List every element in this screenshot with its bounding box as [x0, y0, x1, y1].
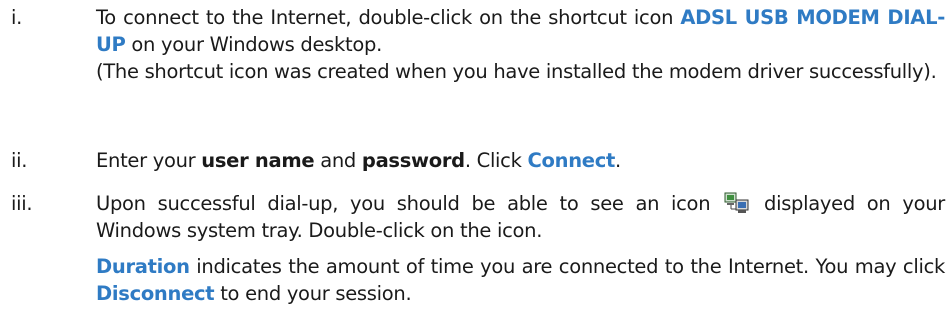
- step-3-text-d: to end your session.: [214, 282, 412, 305]
- step-3-number: iii.: [11, 192, 33, 215]
- step-2-text-b: and: [314, 149, 362, 172]
- user-name-label: user name: [201, 149, 315, 172]
- disconnect-label: Disconnect: [96, 282, 215, 305]
- step-2-text-d: .: [614, 149, 621, 172]
- duration-label: Duration: [96, 255, 190, 278]
- step-2-paragraph: Enter your user name and password. Click…: [96, 147, 945, 174]
- instruction-document: i. To connect to the Internet, double-cl…: [0, 0, 947, 325]
- step-3-text: Upon successful dial-up, you should be a…: [96, 190, 945, 307]
- step-2-number: ii.: [11, 149, 28, 172]
- step-3-paragraph-2: Duration indicates the amount of time yo…: [96, 253, 945, 307]
- step-1-text-b: on your Windows desktop.: [125, 33, 382, 56]
- step-2-text-a: Enter your: [96, 149, 202, 172]
- step-3-text-c: indicates the amount of time you are con…: [189, 255, 945, 278]
- connect-label: Connect: [527, 149, 616, 172]
- step-1-note: (The shortcut icon was created when you …: [96, 60, 937, 83]
- step-3-text-a: Upon successful dial-up, you should be a…: [96, 192, 711, 215]
- step-3-paragraph-1: Upon successful dial-up, you should be a…: [96, 190, 945, 244]
- step-1-number: i.: [11, 6, 23, 29]
- step-1-paragraph: To connect to the Internet, double-click…: [96, 4, 945, 58]
- step-2-text: Enter your user name and password. Click…: [96, 147, 945, 174]
- step-1-text: To connect to the Internet, double-click…: [96, 4, 945, 85]
- step-1-text-a: To connect to the Internet, double-click…: [96, 6, 681, 29]
- network-connection-tray-icon: [724, 192, 750, 214]
- password-label: password: [361, 149, 465, 172]
- step-2-text-c: . Click: [464, 149, 528, 172]
